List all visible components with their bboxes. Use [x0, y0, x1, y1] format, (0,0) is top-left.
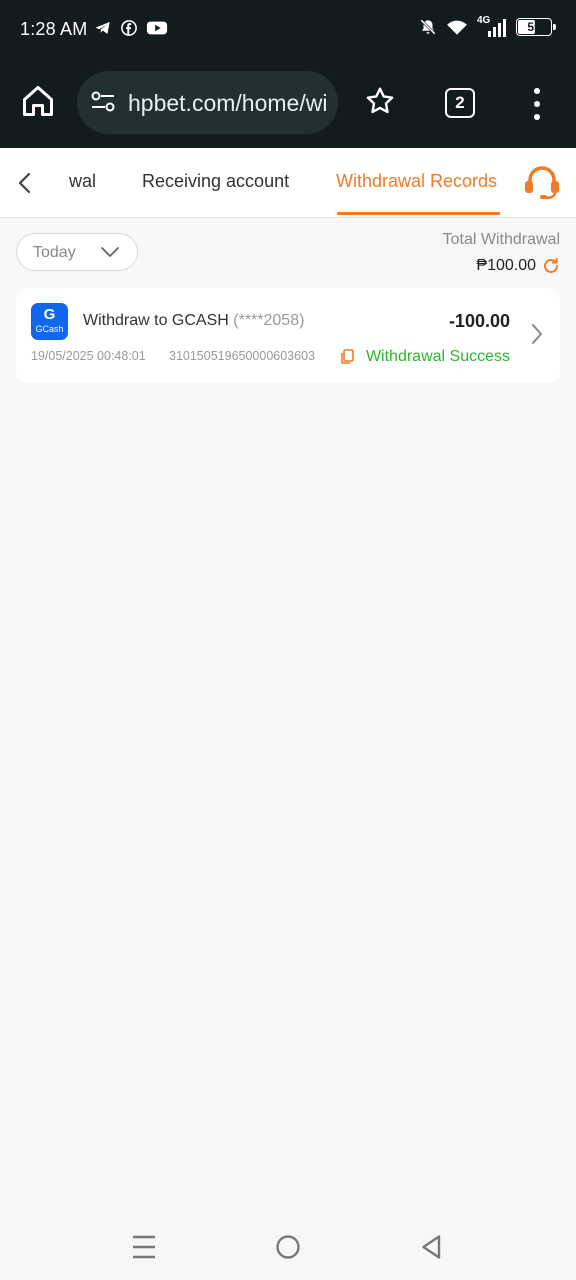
gcash-logo-icon: G GCash: [31, 303, 68, 340]
chevron-down-icon: [101, 247, 119, 257]
system-navigation-bar: [0, 1216, 576, 1280]
tab-switcher-button[interactable]: 2: [445, 88, 475, 118]
telegram-icon: [95, 22, 110, 34]
record-datetime: 19/05/2025 00:48:01: [31, 349, 146, 363]
tab-withdrawal[interactable]: wal: [69, 171, 96, 192]
record-transaction-id: 310150519650000603603: [169, 349, 315, 363]
record-title: Withdraw to GCASH (****2058): [83, 312, 304, 330]
date-filter-value: Today: [33, 244, 76, 261]
status-bar: 1:28 AM 4G 55: [0, 0, 576, 58]
mute-icon: [420, 19, 436, 35]
site-settings-icon[interactable]: [90, 90, 116, 114]
customer-support-icon[interactable]: [522, 164, 562, 200]
gcash-logo-letter: G: [43, 306, 56, 323]
youtube-icon: [146, 21, 168, 35]
copy-icon[interactable]: [340, 349, 354, 365]
refresh-icon[interactable]: [542, 257, 560, 275]
chevron-right-icon[interactable]: [530, 322, 544, 346]
battery-level: 55: [527, 20, 541, 34]
active-tab-indicator: [337, 212, 500, 215]
facebook-icon: [121, 20, 137, 36]
record-status: Withdrawal Success: [365, 348, 510, 365]
status-time: 1:28 AM: [20, 19, 88, 39]
back-arrow-icon[interactable]: [14, 170, 36, 196]
total-withdrawal-value: ₱100.00: [476, 257, 536, 274]
signal-4g-icon: 4G: [477, 15, 507, 37]
bookmark-star-icon[interactable]: [364, 85, 396, 117]
tab-withdrawal-records[interactable]: Withdrawal Records: [336, 171, 497, 192]
wifi-icon: [447, 20, 467, 35]
total-withdrawal-label: Total Withdrawal: [442, 231, 560, 248]
home-icon[interactable]: [20, 83, 56, 119]
date-filter-dropdown[interactable]: Today: [16, 233, 138, 271]
home-circle-icon[interactable]: [275, 1234, 301, 1260]
total-withdrawal-row: ₱100.00: [476, 257, 560, 275]
page-tabs-bar: wal Receiving account Withdrawal Records: [0, 148, 576, 218]
back-triangle-icon[interactable]: [420, 1234, 442, 1260]
browser-toolbar: hpbet.com/home/wi 2: [0, 58, 576, 148]
tab-receiving-account[interactable]: Receiving account: [142, 171, 289, 192]
gcash-logo-text: GCash: [35, 324, 64, 334]
browser-menu-icon[interactable]: [527, 88, 547, 120]
address-bar[interactable]: hpbet.com/home/wi: [77, 71, 338, 134]
record-method: Withdraw to GCASH: [83, 312, 229, 329]
withdrawal-record-card[interactable]: G GCash Withdraw to GCASH (****2058) -10…: [16, 288, 560, 383]
tab-count: 2: [455, 93, 465, 112]
recent-apps-icon[interactable]: [132, 1234, 156, 1260]
battery-indicator: 55: [516, 18, 556, 36]
record-account: (****2058): [233, 312, 305, 329]
record-amount: -100.00: [448, 311, 510, 331]
url-text[interactable]: hpbet.com/home/wi: [128, 90, 327, 117]
